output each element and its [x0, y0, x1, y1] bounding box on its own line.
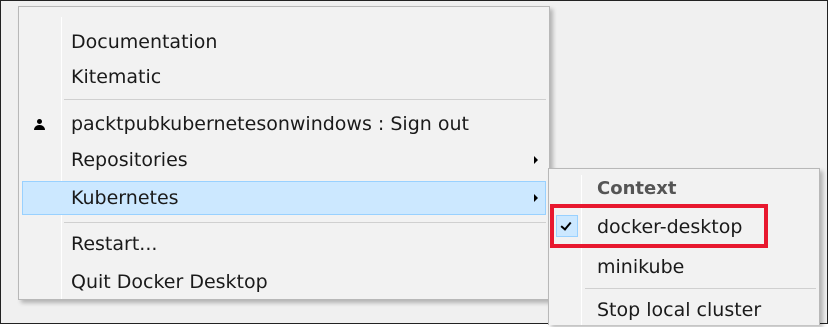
context-item-label: Stop local cluster: [597, 299, 762, 321]
context-item-stop-cluster[interactable]: Stop local cluster: [552, 293, 816, 327]
menu-item-kubernetes[interactable]: Kubernetes: [22, 181, 546, 215]
submenu-separator: [585, 288, 816, 289]
annotation-highlight-box: [550, 204, 768, 248]
menu-separator: [64, 99, 546, 100]
menu-separator: [64, 222, 546, 223]
menu-item-label: Repositories: [71, 149, 188, 171]
context-item-minikube[interactable]: minikube: [552, 250, 816, 284]
submenu-arrow-icon: [534, 156, 538, 164]
menu-item-label: Kubernetes: [71, 187, 179, 209]
menu-item-label: packtpubkubernetesonwindows : Sign out: [71, 113, 469, 135]
menu-item-repositories[interactable]: Repositories: [22, 143, 546, 177]
context-header-label: Context: [597, 178, 677, 199]
menu-item-kitematic[interactable]: Kitematic: [22, 60, 546, 94]
context-header: Context: [552, 172, 816, 206]
menu-item-label: Kitematic: [71, 66, 162, 88]
menu-item-label: Documentation: [71, 31, 218, 53]
menu-item-documentation[interactable]: Documentation: [22, 25, 546, 59]
docker-tray-menu: Documentation Kitematic packtpubkubernet…: [18, 6, 550, 300]
menu-item-quit[interactable]: Quit Docker Desktop: [22, 265, 546, 299]
person-icon: [34, 119, 45, 131]
menu-item-sign-out[interactable]: packtpubkubernetesonwindows : Sign out: [22, 107, 546, 141]
menu-item-label: Quit Docker Desktop: [71, 271, 268, 293]
context-item-label: minikube: [597, 256, 685, 278]
menu-item-label: Restart...: [71, 233, 158, 255]
menu-item-restart[interactable]: Restart...: [22, 227, 546, 261]
submenu-arrow-icon: [534, 194, 538, 202]
